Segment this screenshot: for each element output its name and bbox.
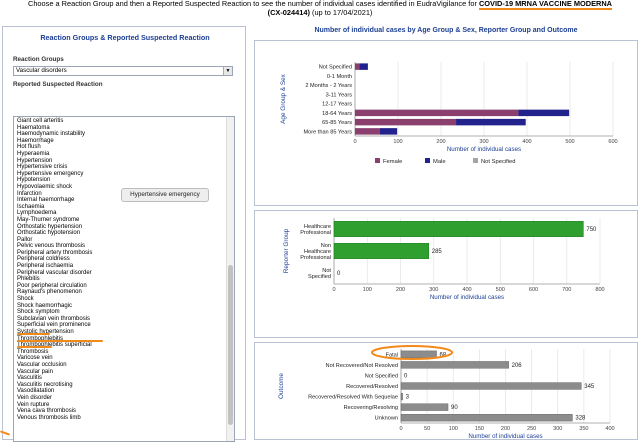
reaction-item[interactable]: Haemodynamic instability [17,131,92,138]
reaction-group-value: Vascular disorders [16,67,67,74]
page-header: Choose a Reaction Group and then a Repor… [0,0,640,20]
reaction-item[interactable]: Peripheral coldness [17,256,92,263]
reaction-item[interactable]: Orthostatic hypotension [17,230,92,237]
annotation-underline-thrombosis [17,346,52,348]
reaction-panel-title: Reaction Groups & Reported Suspected Rea… [40,33,210,42]
reaction-item[interactable]: Hypovolaemic shock [17,184,92,191]
reaction-item[interactable]: Peripheral vascular disorder [17,270,92,277]
reaction-item[interactable]: Poor peripheral circulation [17,283,92,290]
reaction-item[interactable]: Vasodilatation [17,388,92,395]
reporter-panel [254,210,638,338]
reaction-listbox[interactable]: Giant cell arteritis Haematoma Haemodynami… [13,116,235,442]
reaction-item[interactable]: Giant cell arteritis [17,118,92,125]
age-sex-panel [254,40,638,206]
reaction-item[interactable]: May-Thurner syndrome [17,217,92,224]
reaction-item[interactable]: Haematoma [17,125,92,132]
charts-title: Number of individual cases by Age Group … [314,27,578,34]
header-instructions: Choose a Reaction Group and then a Repor… [27,0,479,8]
reaction-item[interactable]: Pelvic venous thrombosis [17,243,92,250]
reaction-item[interactable]: Hyperaemia [17,151,92,158]
reaction-item[interactable]: Pallor [17,237,92,244]
reaction-item[interactable]: Raynaud's phenomenon [17,289,92,296]
reaction-item[interactable]: Internal haemorrhage [17,197,92,204]
reaction-group-select[interactable]: Vascular disorders ▼ [13,66,233,76]
reaction-item[interactable]: Vena cava thrombosis [17,408,92,415]
reaction-item[interactable]: Phlebitis [17,276,92,283]
reaction-item[interactable]: Vasculitis necrotising [17,382,92,389]
reaction-item[interactable]: Shock symptom [17,309,92,316]
reported-reaction-label: Reported Suspected Reaction [13,81,103,88]
reaction-item[interactable]: Vascular occlusion [17,362,92,369]
reaction-item[interactable]: Hot flush [17,144,92,151]
reaction-item[interactable]: Hypertensive emergency [17,171,92,178]
reaction-item[interactable]: Vein disorder [17,395,92,402]
reaction-item[interactable]: Subclavian vein thrombosis [17,316,92,323]
reaction-panel: Reaction Groups & Reported Suspected Rea… [2,26,246,442]
reaction-groups-label: Reaction Groups [13,56,64,63]
reaction-item[interactable]: Vein rupture [17,402,92,409]
reaction-item[interactable]: Lymphoedema [17,210,92,217]
reaction-item[interactable]: Varicose vein [17,355,92,362]
reaction-item[interactable]: Haemorrhage [17,138,92,145]
reaction-item[interactable]: Orthostatic hypertension [17,224,92,231]
reaction-item[interactable]: Shock [17,296,92,303]
reaction-item[interactable]: Vasculitis [17,375,92,382]
reaction-item[interactable]: Peripheral ischaemia [17,263,92,270]
header-code: (CX-024414) [267,7,310,17]
reaction-list: Giant cell arteritis Haematoma Haemodynami… [17,118,92,421]
chevron-down-icon[interactable]: ▼ [223,67,232,75]
annotation-underline-thrombophlebitis [17,333,50,335]
reaction-item[interactable]: Venous thrombosis limb [17,415,92,422]
reaction-item[interactable]: Hypotension [17,177,92,184]
outcome-panel [254,342,638,440]
reaction-item[interactable]: Thrombosis [17,349,92,356]
reaction-item[interactable]: Shock haemorrhagic [17,303,92,310]
reaction-item[interactable]: Vascular pain [17,369,92,376]
reaction-item[interactable]: Ischaemia [17,204,92,211]
listbox-scrollbar[interactable] [226,117,234,441]
reaction-item[interactable]: Superficial vein prominence [17,322,92,329]
reaction-item[interactable]: Peripheral artery thrombosis [17,250,92,257]
header-product: COVID-19 MRNA VACCINE MODERNA [478,0,613,10]
reaction-tooltip: Hypertensive emergency [121,188,209,202]
scrollbar-thumb[interactable] [228,265,233,425]
reaction-item[interactable]: Hypertension [17,158,92,165]
annotation-underline-thrombophlebitis-superficial [17,340,103,342]
reaction-item[interactable]: Infarction [17,191,92,198]
reaction-item[interactable]: Hypertensive crisis [17,164,92,171]
header-date: (up to 17/04/2021) [311,7,373,17]
